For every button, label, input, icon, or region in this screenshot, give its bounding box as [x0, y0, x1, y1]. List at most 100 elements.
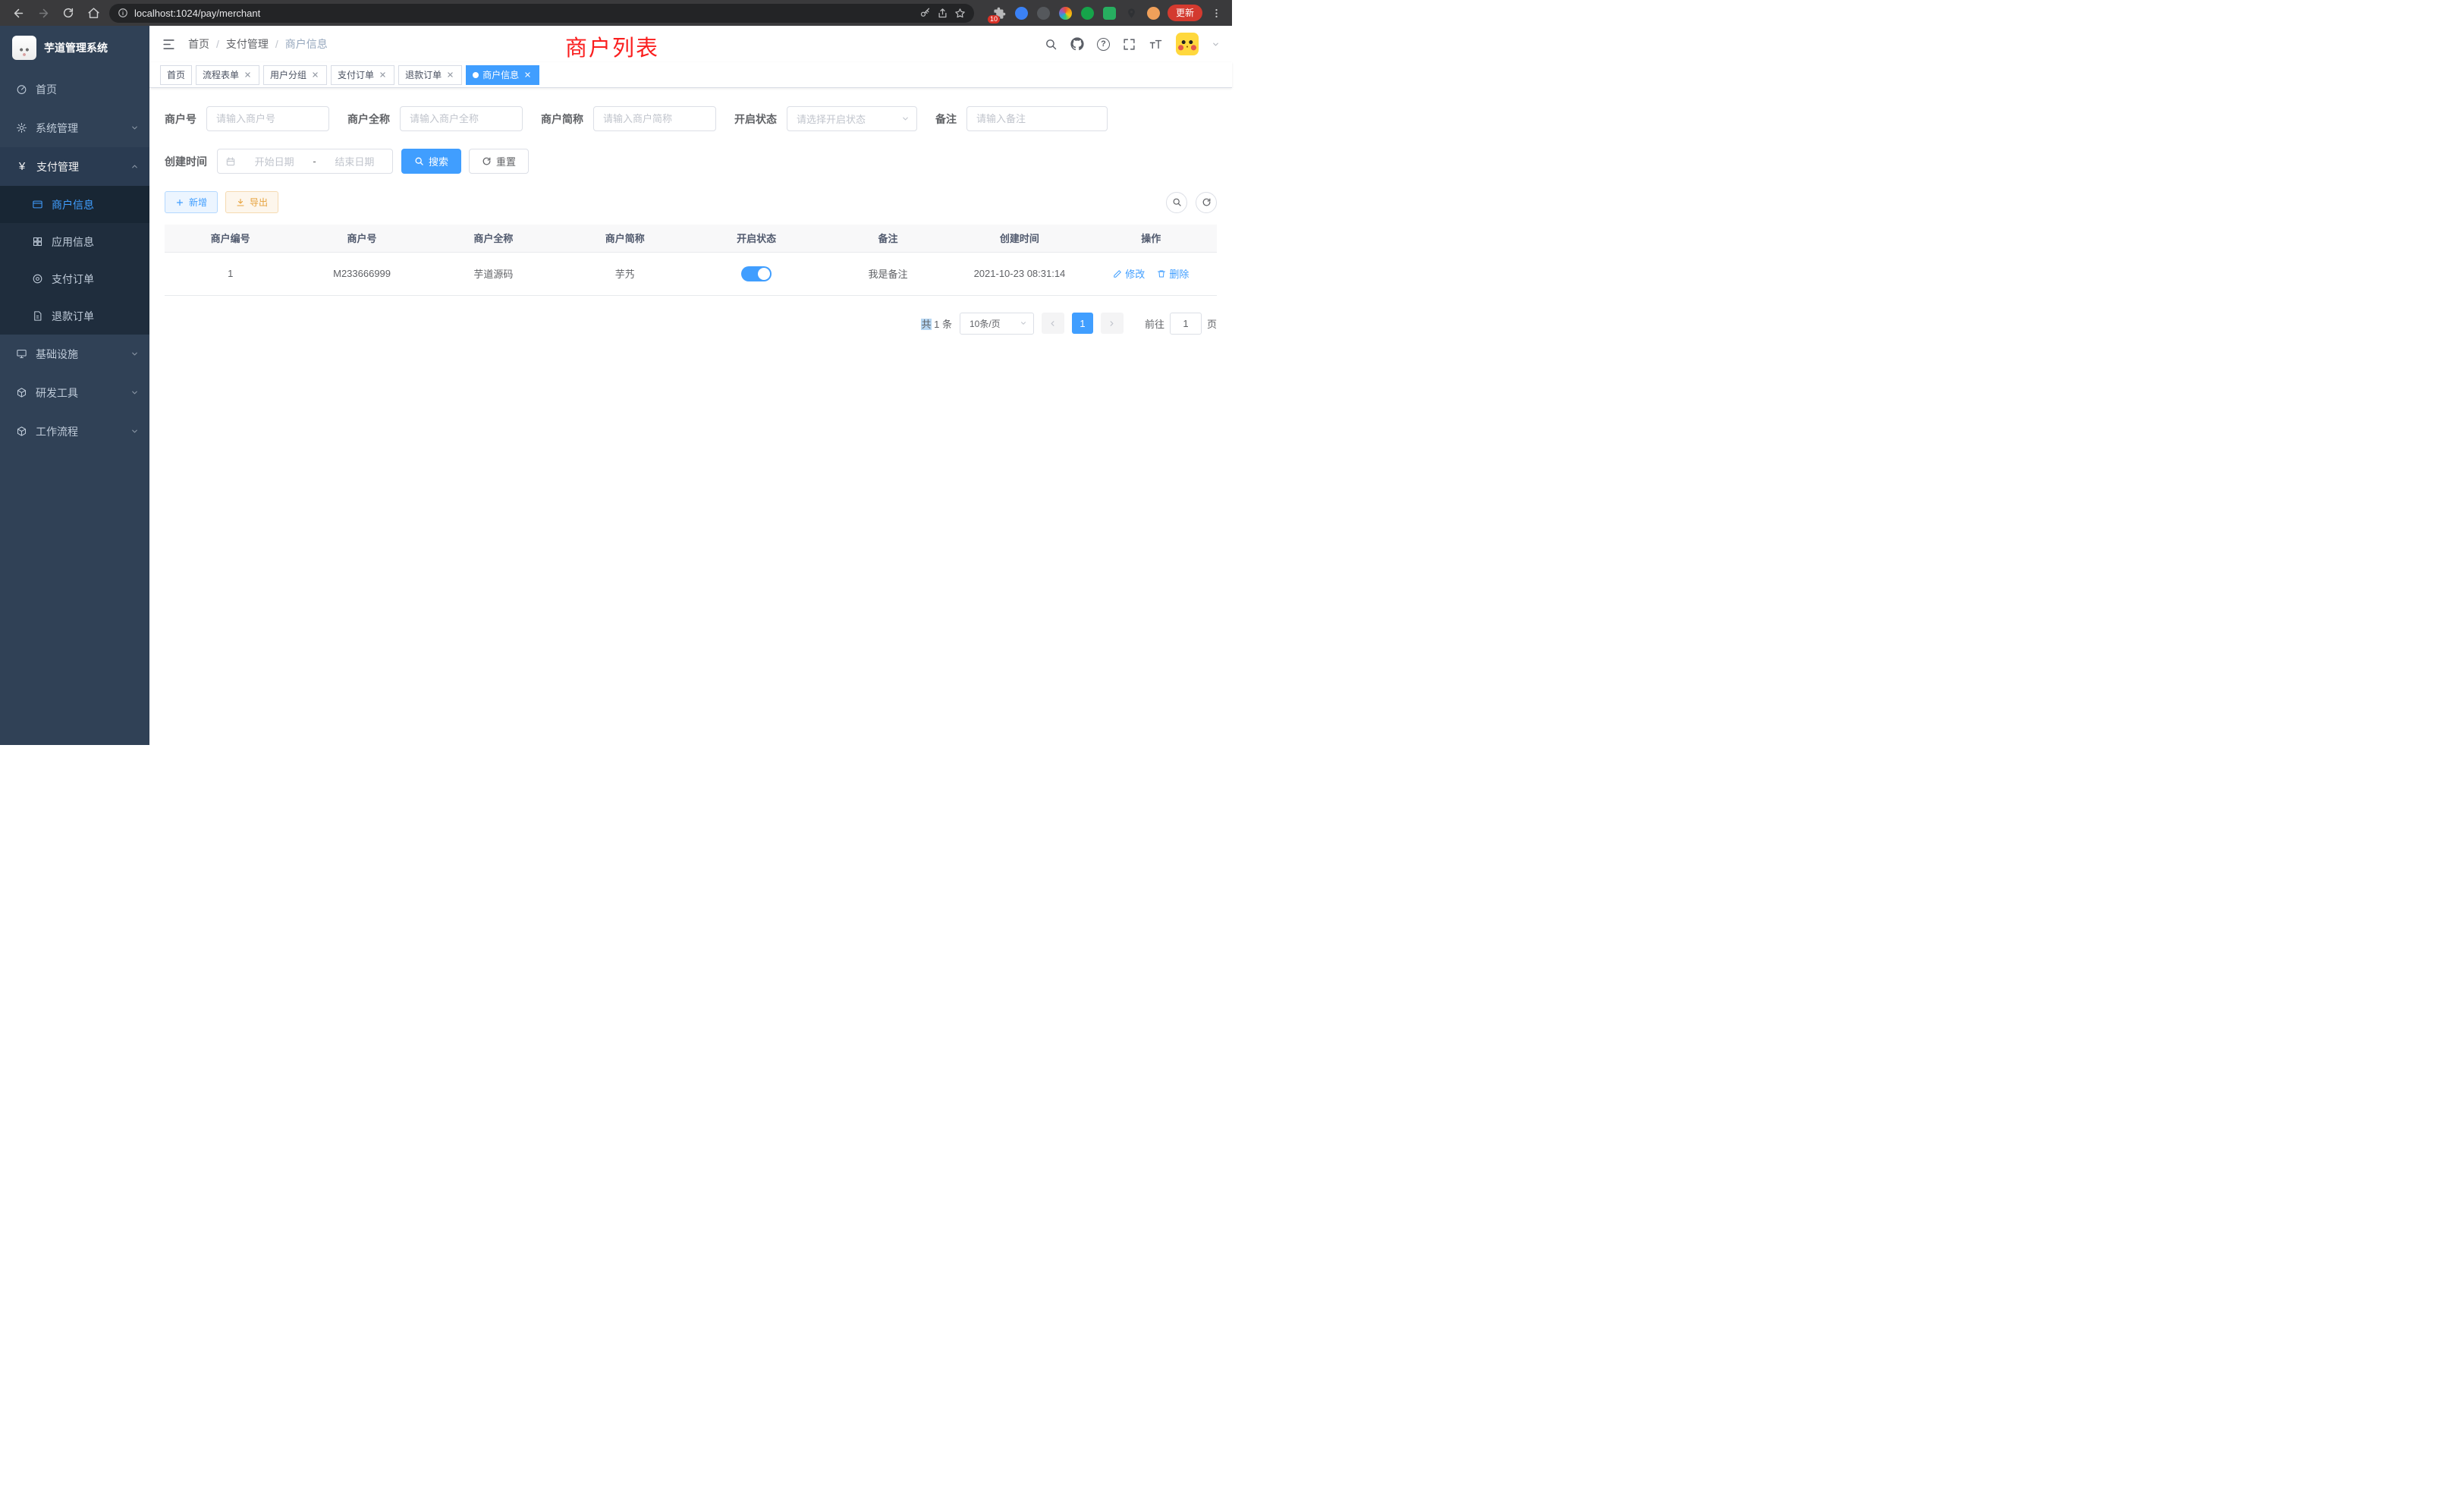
- edit-link[interactable]: 修改: [1113, 266, 1145, 281]
- close-icon[interactable]: [243, 70, 253, 80]
- extension-icon-colorful[interactable]: [1058, 6, 1073, 20]
- extension-icon-green-circle[interactable]: [1080, 6, 1095, 20]
- action-row: 新增 导出: [165, 191, 1217, 213]
- sidebar-item-merchant-info[interactable]: 商户信息: [0, 186, 149, 223]
- sidebar-item-home[interactable]: 首页: [0, 70, 149, 108]
- remark-input[interactable]: [966, 106, 1108, 131]
- sidebar-item-workflow[interactable]: 工作流程: [0, 412, 149, 451]
- page-size-select[interactable]: 10条/页: [960, 313, 1034, 335]
- status-label: 开启状态: [734, 112, 777, 127]
- extension-icon-green-square[interactable]: [1102, 6, 1117, 20]
- sidebar-item-refund-orders[interactable]: 退款订单: [0, 297, 149, 335]
- refresh-table-icon[interactable]: [1196, 192, 1217, 213]
- goto-page-input[interactable]: [1170, 313, 1202, 335]
- chevron-left-icon: [1048, 319, 1057, 328]
- browser-home-icon[interactable]: [84, 4, 102, 22]
- grid-icon: [32, 236, 43, 247]
- cell-merchant-id: 1: [165, 252, 296, 295]
- date-range-separator: -: [313, 156, 316, 167]
- tab-user-group[interactable]: 用户分组: [263, 65, 327, 85]
- bookmark-star-icon[interactable]: [954, 8, 966, 19]
- address-bar[interactable]: localhost:1024/pay/merchant: [109, 4, 974, 23]
- tab-home[interactable]: 首页: [160, 65, 192, 85]
- browser-update-button[interactable]: 更新: [1168, 5, 1202, 21]
- extension-icon-blue-drop[interactable]: [1014, 6, 1029, 20]
- site-info-icon[interactable]: [118, 8, 128, 18]
- status-select[interactable]: 请选择开启状态: [787, 106, 917, 131]
- browser-reload-icon[interactable]: [59, 4, 77, 22]
- full-name-label: 商户全称: [347, 112, 390, 127]
- browser-back-icon[interactable]: [9, 4, 27, 22]
- close-icon[interactable]: [523, 70, 533, 80]
- font-size-icon[interactable]: [1149, 38, 1163, 51]
- merchant-no-input[interactable]: [206, 106, 329, 131]
- pagination: 共 1 条 10条/页 1 前往 页: [165, 313, 1217, 335]
- search-button[interactable]: 搜索: [401, 149, 461, 174]
- close-icon[interactable]: [378, 70, 388, 80]
- sidebar: 芋道管理系统 首页 系统管理 ¥ 支付管理 商户信息: [0, 26, 149, 745]
- short-name-input[interactable]: [593, 106, 716, 131]
- sidebar-item-payment-orders[interactable]: 支付订单: [0, 260, 149, 297]
- reset-button-label: 重置: [496, 154, 516, 168]
- password-key-icon[interactable]: [919, 8, 931, 19]
- page-header: 首页 / 支付管理 / 商户信息 ?: [149, 26, 1232, 62]
- close-icon[interactable]: [445, 70, 455, 80]
- create-time-label: 创建时间: [165, 154, 207, 169]
- column-header: 商户全称: [428, 225, 559, 252]
- delete-link-label: 删除: [1169, 266, 1189, 281]
- export-button[interactable]: 导出: [225, 191, 278, 213]
- create-time-range-picker[interactable]: 开始日期 - 结束日期: [217, 149, 393, 174]
- add-button[interactable]: 新增: [165, 191, 218, 213]
- content: 商户号 商户全称 商户简称 开启状态 请选择开启状态: [149, 88, 1232, 745]
- browser-menu-icon[interactable]: [1209, 8, 1223, 19]
- pagination-total: 共 1 条: [921, 316, 951, 331]
- prev-page-button[interactable]: [1042, 313, 1064, 334]
- fullscreen-icon[interactable]: [1123, 38, 1136, 51]
- tab-payment-orders[interactable]: 支付订单: [331, 65, 394, 85]
- document-icon: [32, 310, 43, 322]
- tab-process-form[interactable]: 流程表单: [196, 65, 259, 85]
- toggle-search-icon[interactable]: [1166, 192, 1187, 213]
- status-toggle[interactable]: [741, 266, 772, 281]
- breadcrumb-section[interactable]: 支付管理: [226, 36, 269, 52]
- cell-merchant-no: M233666999: [296, 252, 427, 295]
- github-icon[interactable]: [1070, 37, 1084, 51]
- extension-icon-pin[interactable]: [1124, 6, 1139, 20]
- avatar-caret-icon[interactable]: [1212, 40, 1220, 49]
- sidebar-item-infrastructure[interactable]: 基础设施: [0, 335, 149, 373]
- extension-icon-avatar[interactable]: [1146, 6, 1161, 20]
- goto-suffix: 页: [1207, 316, 1217, 331]
- sidebar-item-system[interactable]: 系统管理: [0, 108, 149, 147]
- sidebar-item-label: 退款订单: [52, 309, 94, 324]
- next-page-button[interactable]: [1101, 313, 1124, 334]
- search-button-label: 搜索: [429, 154, 448, 168]
- extension-icon-dark-circle[interactable]: [1036, 6, 1051, 20]
- breadcrumb-home[interactable]: 首页: [188, 36, 209, 52]
- delete-link[interactable]: 删除: [1157, 266, 1189, 281]
- table-row: 1 M233666999 芋道源码 芋艿 我是备注 2021-10-23 08:…: [165, 252, 1217, 295]
- cell-short-name: 芋艿: [559, 252, 690, 295]
- sidebar-collapse-icon[interactable]: [162, 37, 176, 52]
- tab-refund-orders[interactable]: 退款订单: [398, 65, 462, 85]
- search-icon[interactable]: [1045, 38, 1058, 51]
- app-logo-row[interactable]: 芋道管理系统: [0, 26, 149, 70]
- full-name-input[interactable]: [400, 106, 523, 131]
- avatar[interactable]: [1176, 33, 1199, 55]
- sidebar-item-payment[interactable]: ¥ 支付管理: [0, 147, 149, 186]
- chevron-down-icon: [1020, 319, 1027, 327]
- sidebar-item-label: 支付订单: [52, 272, 94, 287]
- tab-label: 商户信息: [482, 68, 519, 81]
- share-icon[interactable]: [937, 8, 948, 19]
- browser-forward-icon[interactable]: [34, 4, 52, 22]
- chevron-down-icon: [130, 427, 139, 435]
- reset-button[interactable]: 重置: [469, 149, 529, 174]
- help-icon[interactable]: ?: [1097, 38, 1110, 51]
- sidebar-item-dev-tools[interactable]: 研发工具: [0, 373, 149, 412]
- close-icon[interactable]: [310, 70, 320, 80]
- tab-label: 用户分组: [270, 68, 306, 81]
- page-number-button[interactable]: 1: [1072, 313, 1093, 334]
- extensions-puzzle-icon[interactable]: 10: [992, 6, 1007, 20]
- tab-merchant-info[interactable]: 商户信息: [466, 65, 539, 85]
- plus-icon: [175, 198, 184, 207]
- sidebar-item-app-info[interactable]: 应用信息: [0, 223, 149, 260]
